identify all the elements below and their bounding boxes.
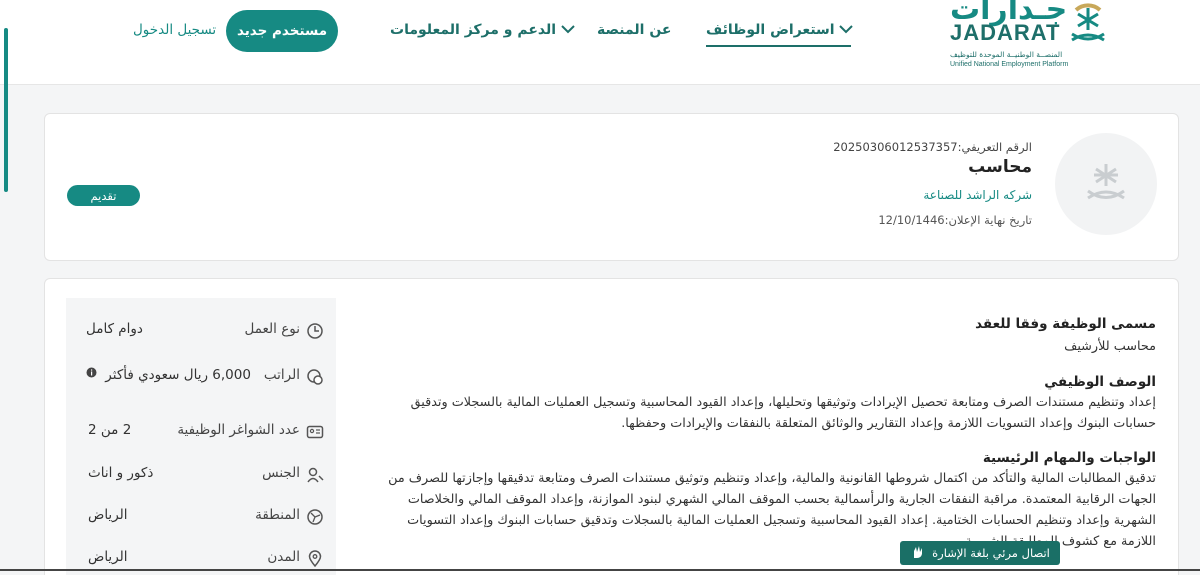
sign-hand-icon	[910, 544, 926, 563]
job-summary-card	[44, 113, 1179, 261]
contract-title-value: محاسب للأرشيف	[1064, 339, 1156, 354]
attr-value: دوام كامل	[86, 321, 143, 337]
attr-label: الراتب	[263, 367, 300, 383]
money-icon	[306, 368, 324, 386]
attr-label: عدد الشواغر الوظيفية	[177, 422, 300, 438]
nav-browse-jobs[interactable]: استعراض الوظائف	[706, 22, 854, 47]
gender-icon	[306, 466, 324, 484]
salary-value: 6,000 ريال سعودي فأكثر	[105, 367, 251, 383]
contract-title-heading: مسمى الوظيفة وفقا للعقد	[975, 316, 1156, 332]
attr-label: المدن	[267, 549, 300, 565]
clock-icon	[306, 322, 324, 340]
sign-language-call-button[interactable]: اتصال مرئي بلغة الإشارة	[900, 541, 1060, 565]
id-card-icon	[306, 423, 324, 441]
logo-arabic-subtitle: المنصــة الوطنيــة الموحدة للتوظيف	[950, 50, 1063, 59]
info-icon[interactable]	[86, 367, 97, 383]
chevron-down-icon	[839, 22, 854, 38]
attr-value: الرياض	[88, 549, 128, 565]
scroll-indicator[interactable]	[4, 28, 8, 192]
duties-heading: الواجبات والمهام الرئيسية	[982, 450, 1156, 466]
sign-language-label: اتصال مرئي بلغة الإشارة	[932, 546, 1050, 560]
chevron-down-icon	[561, 22, 575, 38]
map-icon	[306, 508, 324, 526]
attr-region: المنطقة الرياض	[66, 506, 324, 530]
attr-vacancies: عدد الشواغر الوظيفية 2 من 2	[66, 421, 324, 445]
nav-support-center[interactable]: الدعم و مركز المعلومات	[390, 22, 581, 38]
job-description-heading: الوصف الوظيفي	[1044, 374, 1156, 390]
nav-browse-jobs-label: استعراض الوظائف	[706, 22, 835, 38]
logo-english-text: JADARAT	[950, 20, 1061, 45]
attr-value: ذكور و اناث	[88, 465, 154, 481]
ad-deadline: تاريخ نهاية الإعلان:12/10/1446	[878, 213, 1032, 227]
job-reference-number: الرقم التعريفي:20250306012537357	[833, 140, 1032, 154]
attr-work-type: نوع العمل دوام كامل	[66, 320, 324, 344]
location-pin-icon	[306, 550, 324, 568]
job-title: محاسب	[968, 157, 1032, 177]
attr-label: المنطقة	[255, 507, 300, 523]
palm-emblem-icon	[1087, 164, 1125, 200]
login-link[interactable]: تسجيل الدخول	[133, 22, 216, 38]
attr-value: 2 من 2	[88, 422, 132, 438]
company-name-link[interactable]: شركه الراشد للصناعة	[923, 188, 1032, 202]
attr-label: نوع العمل	[244, 321, 300, 337]
nav-about-platform[interactable]: عن المنصة	[597, 22, 671, 38]
palm-swords-emblem-icon	[1062, 0, 1114, 56]
company-logo-placeholder	[1055, 133, 1157, 235]
new-user-button[interactable]: مستخدم جديد	[226, 10, 338, 52]
attr-gender: الجنس ذكور و اناث	[66, 464, 324, 488]
logo-english-subtitle: Unified National Employment Platform	[950, 61, 1069, 68]
attr-value: الرياض	[88, 507, 128, 523]
duties-text: تدقيق المطالبات المالية والتأكد من اكتما…	[388, 471, 1156, 549]
attr-salary: الراتب 6,000 ريال سعودي فأكثر	[66, 366, 324, 390]
job-description-text: إعداد وتنظيم مستندات الصرف ومتابعة تحصيل…	[410, 395, 1156, 431]
attr-value: 6,000 ريال سعودي فأكثر	[86, 367, 251, 383]
apply-button[interactable]: تقديم	[67, 185, 140, 206]
nav-support-label: الدعم و مركز المعلومات	[390, 22, 557, 38]
attr-label: الجنس	[262, 465, 300, 481]
bottom-divider	[0, 569, 1200, 571]
